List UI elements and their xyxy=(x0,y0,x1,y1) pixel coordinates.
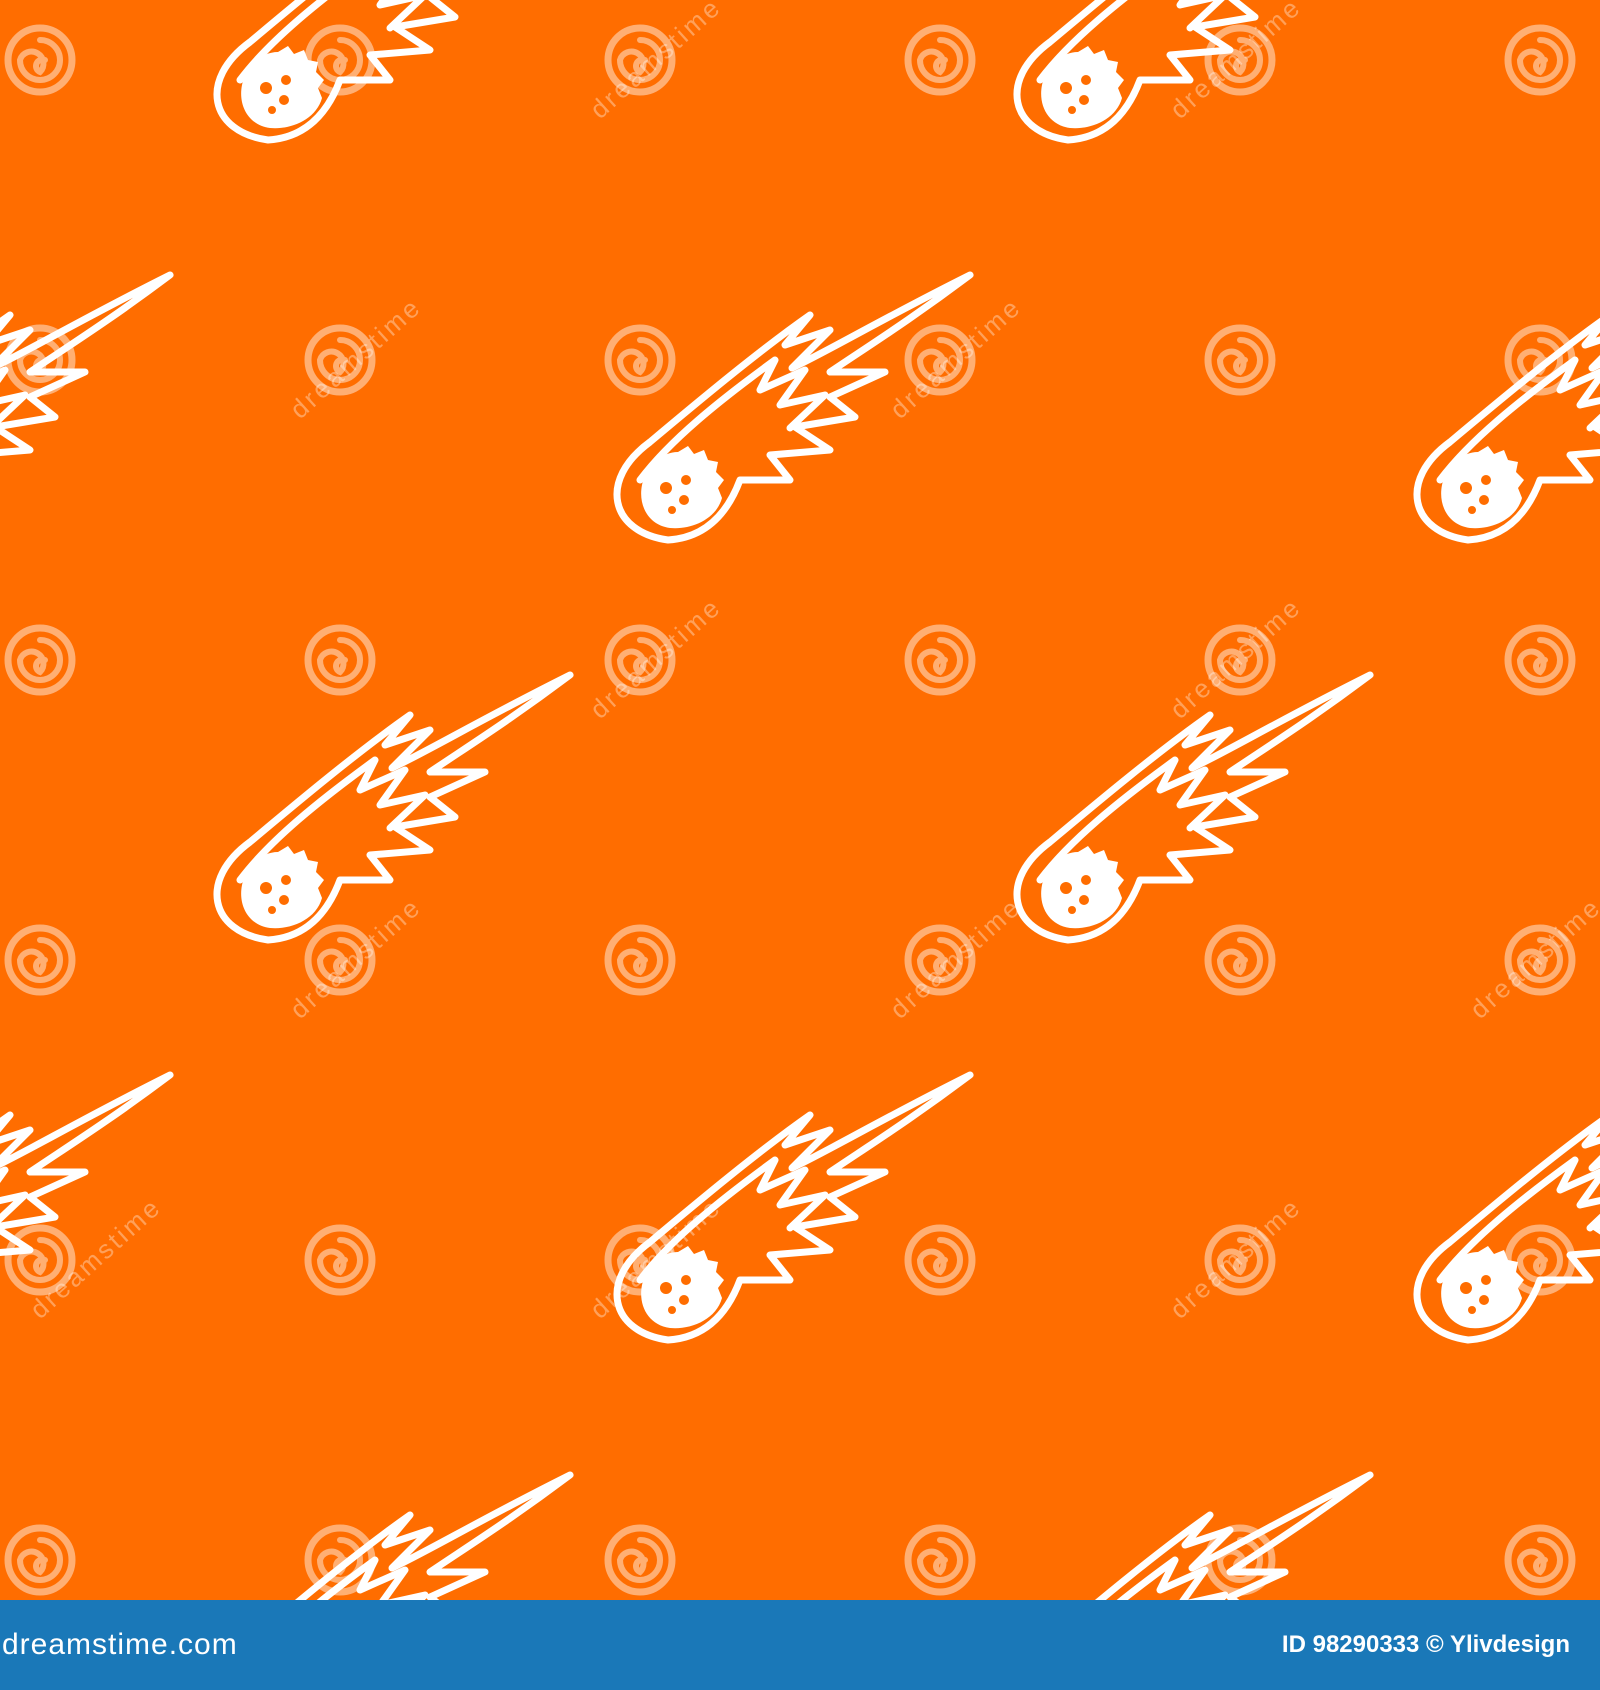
spiral-logo-icon xyxy=(1508,1528,1572,1592)
comets-layer xyxy=(0,0,1600,1600)
spiral-logo-icon xyxy=(8,928,72,992)
spiral-logo-icon xyxy=(8,628,72,692)
spiral-logo-icon xyxy=(308,628,372,692)
spiral-logo-icon xyxy=(1208,328,1272,392)
spiral-logo-icon xyxy=(8,1528,72,1592)
comet-icon xyxy=(1017,0,1370,140)
comet-icon xyxy=(1417,275,1600,540)
site-logo[interactable]: dreamstime.com xyxy=(0,1620,238,1670)
spiral-logo-icon xyxy=(308,1228,372,1292)
image-credit: ID 98290333 © Ylivdesign xyxy=(1281,1631,1570,1658)
spiral-logo-icon xyxy=(608,1528,672,1592)
watermark-layer: dreamstime dreamstimedreamstime dreamstime… xyxy=(8,0,1600,1592)
spiral-logo-icon xyxy=(608,328,672,392)
spiral-logo-icon xyxy=(1508,28,1572,92)
comet-icon xyxy=(1017,1475,1370,1600)
watermark-text: dreamstime xyxy=(1164,591,1307,724)
spiral-logo-icon xyxy=(908,28,972,92)
comet-icon xyxy=(217,1475,570,1600)
comet-icon xyxy=(0,275,170,540)
site-logo-text: dreamstime.com xyxy=(2,1628,238,1661)
watermark-text: dreamstime xyxy=(1464,891,1600,1024)
spiral-logo-icon xyxy=(608,928,672,992)
spiral-logo-icon xyxy=(908,628,972,692)
comet-pattern: dreamstime dreamstimedreamstime dreamstime… xyxy=(0,0,1600,1600)
stock-image: dreamstime dreamstime dreamstime dreamstime… xyxy=(0,0,1600,1690)
spiral-logo-icon xyxy=(908,1228,972,1292)
watermark-text: dreamstime xyxy=(1164,1191,1307,1324)
spiral-logo-icon xyxy=(1508,628,1572,692)
comet-pattern-area: dreamstime dreamstime dreamstime dreamstime… xyxy=(0,0,1600,1600)
spiral-logo-icon xyxy=(1208,928,1272,992)
footer-bar: dreamstime.com ID 98290333 © Ylivdesign xyxy=(0,1600,1600,1690)
spiral-logo-icon xyxy=(8,28,72,92)
comet-icon xyxy=(217,0,570,140)
comet-icon xyxy=(217,675,570,940)
comet-icon xyxy=(617,1075,970,1340)
spiral-logo-icon xyxy=(908,1528,972,1592)
comet-icon xyxy=(1417,1075,1600,1340)
